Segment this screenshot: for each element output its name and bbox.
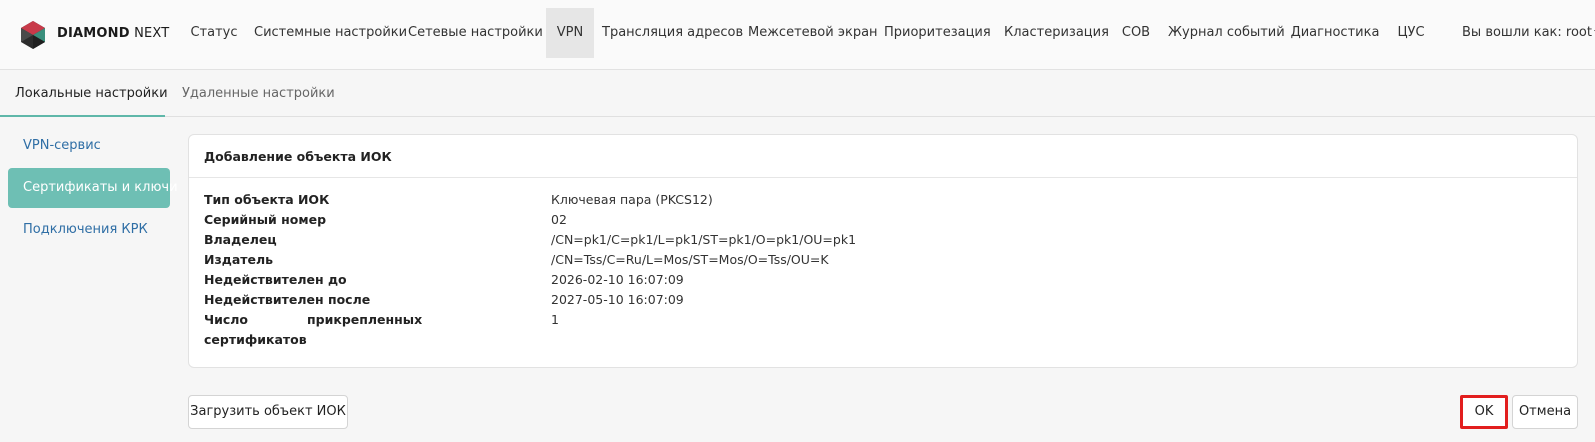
label-attached-certs-line2: сертификатов [204,332,307,347]
tab-remote-settings[interactable]: Удаленные настройки [182,71,335,117]
nav-diagnostics[interactable]: Диагностика [1290,8,1380,58]
nav-firewall[interactable]: Межсетевой экран [748,8,878,58]
nav-system-settings[interactable]: Системные настройки [254,8,407,58]
nav-ids[interactable]: СОВ [1118,8,1154,58]
label-issuer: Издатель [204,252,274,267]
sidebar-item-krk-connections[interactable]: Подключения КРК [8,210,170,250]
brand-name[interactable]: DIAMOND NEXT [57,26,169,41]
label-attached-certs-line1b: прикрепленных [307,312,423,327]
value-serial-number: 02 [551,212,567,227]
user-menu[interactable]: Вы вошли как: root [1462,8,1595,58]
user-label: Вы вошли как: root [1462,25,1592,40]
label-not-valid-before: Недействителен до [204,272,347,287]
nav-prioritization[interactable]: Приоритезация [884,8,991,58]
sidebar-item-certificates-keys[interactable]: Сертификаты и ключи [8,168,178,208]
label-attached-certs-line1a: Число [204,312,249,327]
value-not-valid-before: 2026-02-10 16:07:09 [551,272,684,287]
label-object-type: Тип объекта ИОК [204,192,330,207]
nav-cus[interactable]: ЦУС [1392,8,1430,58]
value-object-type: Ключевая пара (PKCS12) [551,192,713,207]
ok-button[interactable]: OK [1460,395,1508,429]
diamond-logo-icon[interactable] [18,20,48,50]
card-title: Добавление объекта ИОК [189,135,1577,178]
nav-event-log[interactable]: Журнал событий [1168,8,1285,58]
value-attached-certs: 1 [551,312,559,327]
nav-vpn[interactable]: VPN [546,8,594,58]
label-not-valid-after: Недействителен после [204,292,371,307]
value-owner: /CN=pk1/C=pk1/L=pk1/ST=pk1/O=pk1/OU=pk1 [551,232,857,247]
nav-clustering[interactable]: Кластеризация [1004,8,1109,58]
subtabs-bar: Локальные настройки Удаленные настройки [0,71,1595,117]
value-issuer: /CN=Tss/C=Ru/L=Mos/ST=Mos/O=Tss/OU=K [551,252,829,267]
tab-local-settings[interactable]: Локальные настройки [0,71,168,117]
pki-object-card: Добавление объекта ИОК Тип объекта ИОК К… [188,134,1578,368]
nav-network-settings[interactable]: Сетевые настройки [408,8,543,58]
label-owner: Владелец [204,232,277,247]
cancel-button[interactable]: Отмена [1512,395,1578,429]
value-not-valid-after: 2027-05-10 16:07:09 [551,292,684,307]
top-navbar: DIAMOND NEXT Статус Системные настройки … [0,0,1595,70]
upload-pki-object-button[interactable]: Загрузить объект ИОК [188,395,348,429]
sidebar-item-vpn-service[interactable]: VPN-сервис [8,126,170,166]
label-serial-number: Серийный номер [204,212,327,227]
nav-address-translation[interactable]: Трансляция адресов [602,8,743,58]
nav-status[interactable]: Статус [188,8,240,58]
